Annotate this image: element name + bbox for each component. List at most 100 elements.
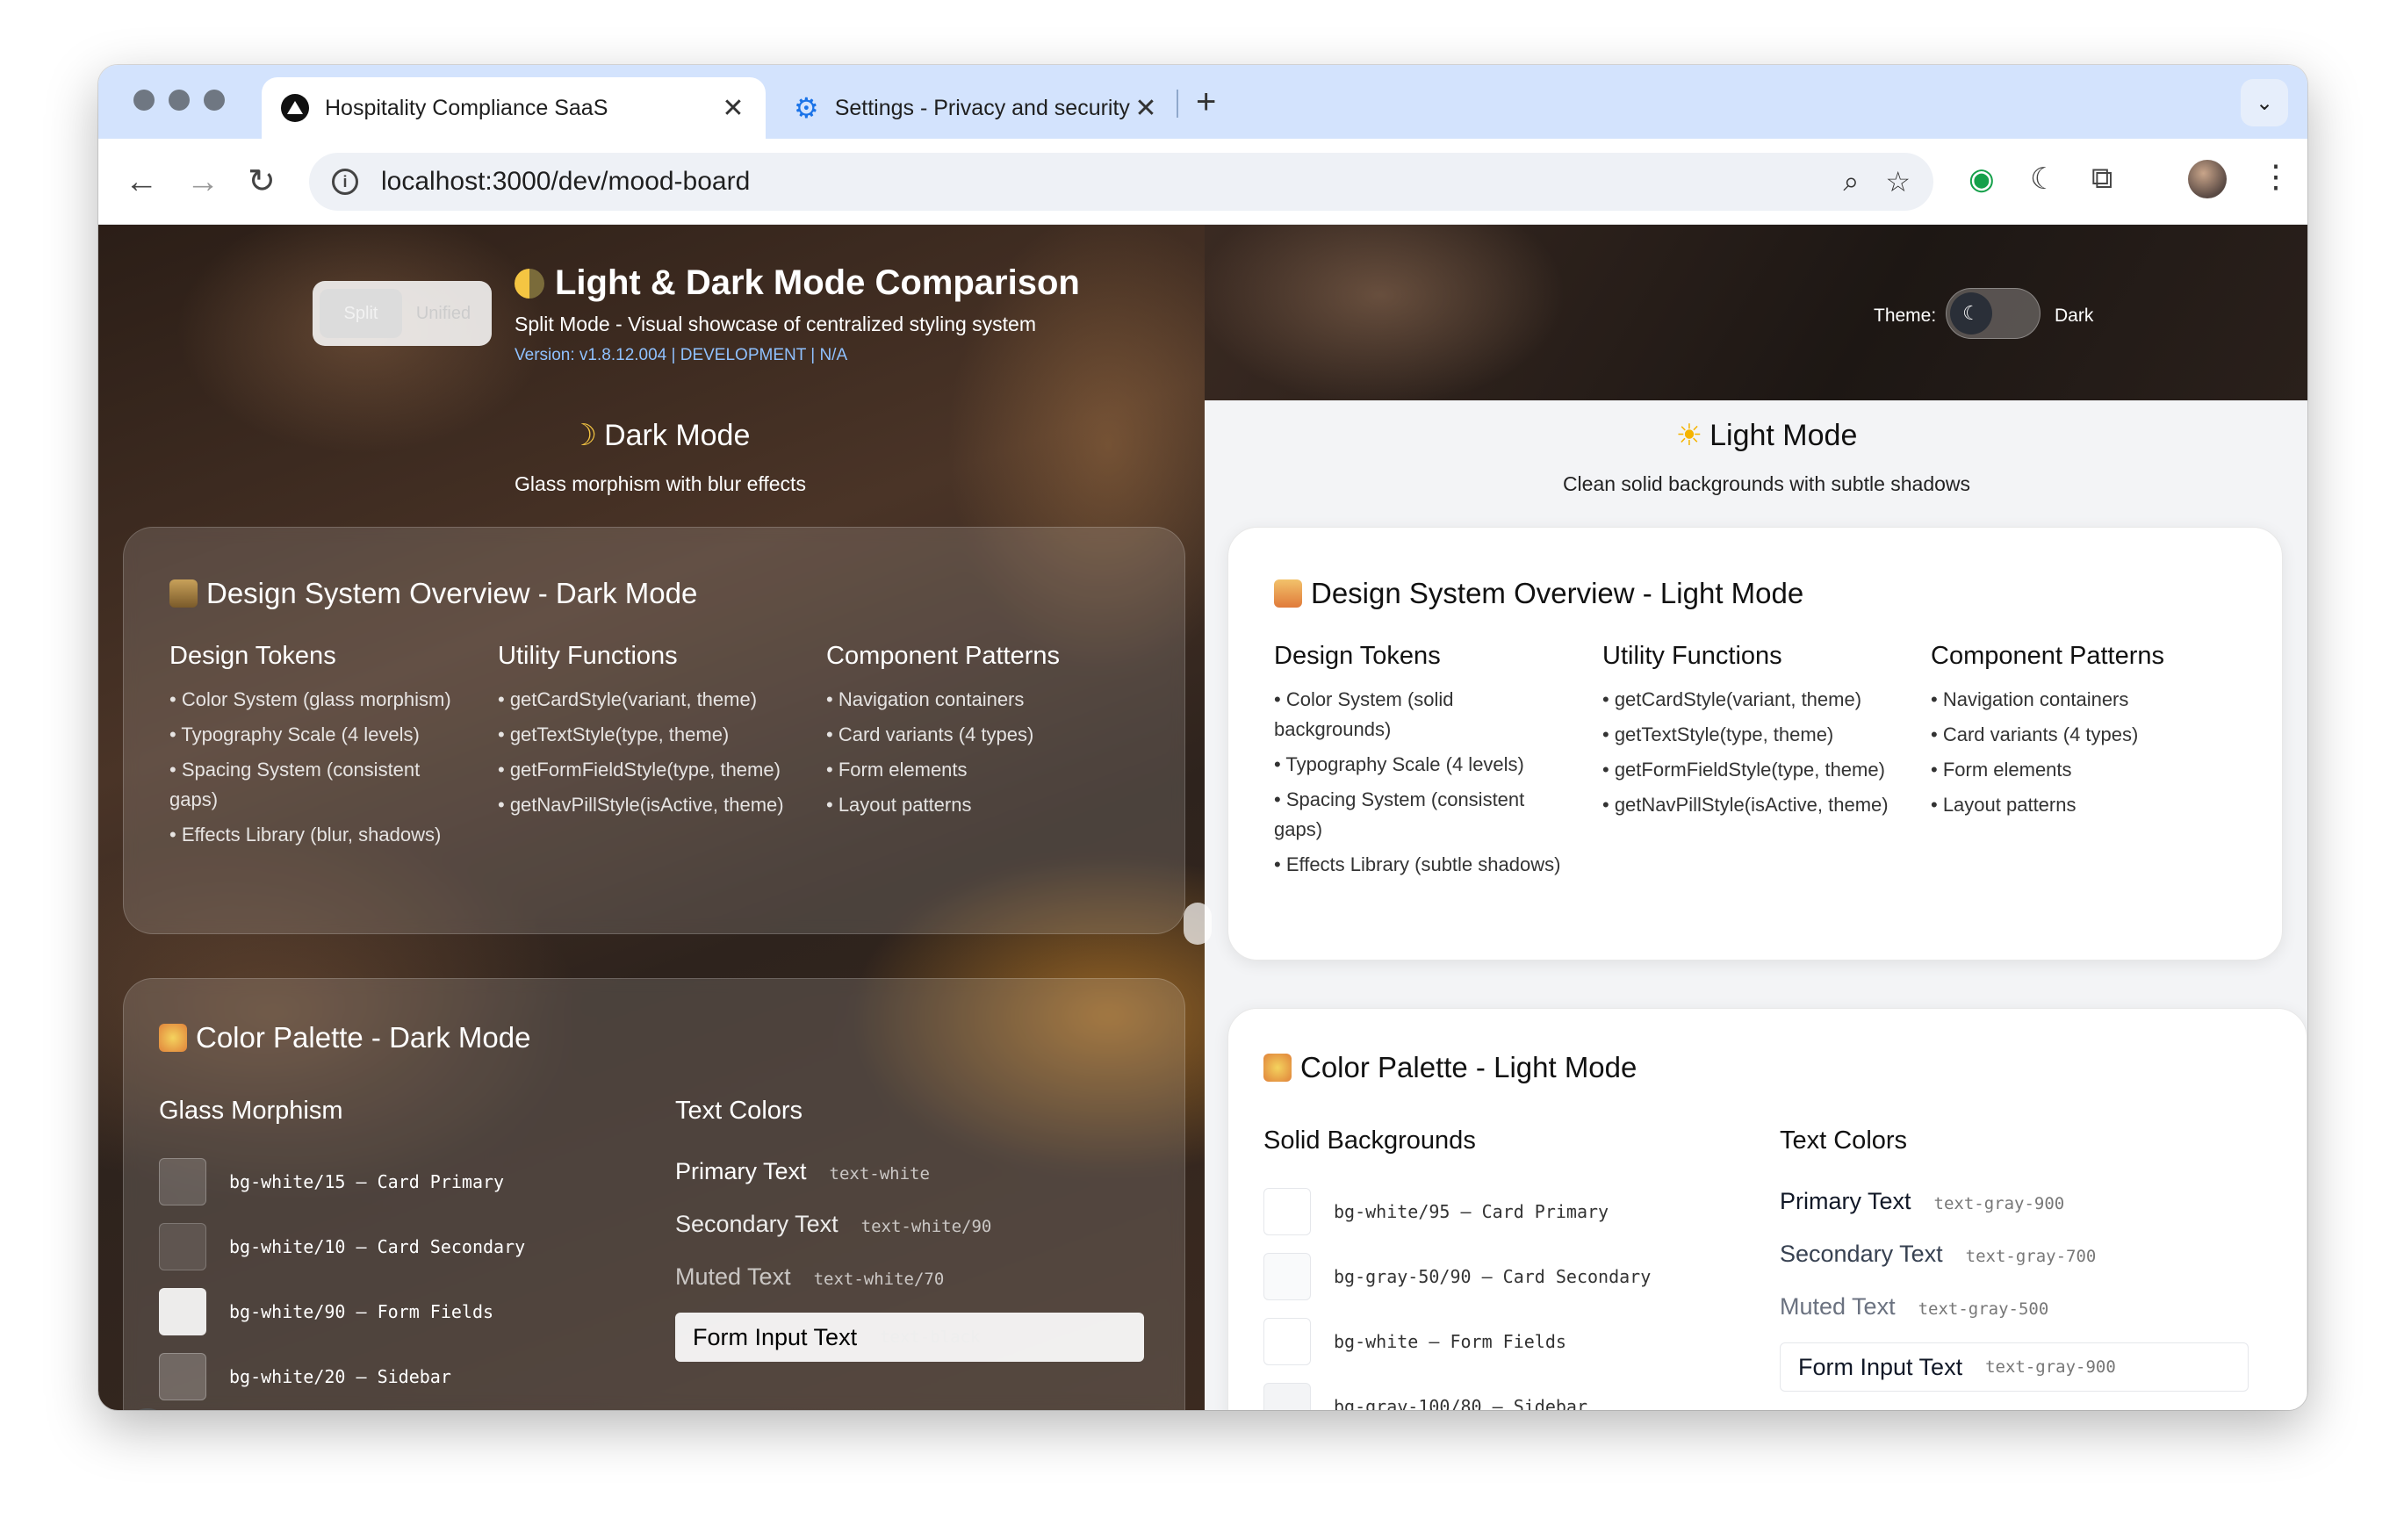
column-heading: Utility Functions bbox=[498, 642, 678, 670]
list-item: • Layout patterns bbox=[826, 794, 972, 816]
list-item: • getFormFieldStyle(type, theme) bbox=[1602, 759, 1885, 781]
list-item: • Typography Scale (4 levels) bbox=[1274, 753, 1524, 775]
forward-icon[interactable]: → bbox=[186, 160, 220, 204]
close-tab-icon[interactable]: ✕ bbox=[1133, 93, 1159, 124]
text-class: text-gray-900 bbox=[1985, 1357, 2116, 1377]
text-sample-row: Muted Text text-white/70 bbox=[675, 1263, 944, 1291]
dark-palette-title: Color Palette - Dark Mode bbox=[159, 1021, 530, 1054]
dark-mode-title: ☽ Dark Mode bbox=[485, 418, 836, 453]
page-subtitle: Split Mode - Visual showcase of centrali… bbox=[515, 313, 1037, 335]
list-item: • Navigation containers bbox=[1931, 688, 2129, 710]
light-mode-subtitle: Clean solid backgrounds with subtle shad… bbox=[1562, 472, 1971, 495]
palette-icon bbox=[1263, 1054, 1292, 1082]
version-info: Version: v1.8.12.004 | DEVELOPMENT | N/A bbox=[515, 346, 848, 364]
close-tab-icon[interactable]: ✕ bbox=[720, 93, 746, 124]
list-item: • Color System (glass morphism) bbox=[169, 688, 451, 710]
chevron-down-icon: ⌄ bbox=[2255, 90, 2274, 115]
swatch-row: bg-white/20 – Sidebar bbox=[159, 1353, 451, 1400]
text-sample: Primary Text bbox=[1780, 1188, 1911, 1214]
list-item: • Typography Scale (4 levels) bbox=[169, 723, 420, 745]
close-window-button[interactable] bbox=[133, 90, 155, 111]
profile-avatar[interactable] bbox=[2188, 160, 2227, 198]
extensions-puzzle-icon[interactable]: ⧉ bbox=[2091, 162, 2112, 196]
view-mode-switch: Split Unified bbox=[313, 281, 492, 346]
list-item: • Color System (solid backgrounds) bbox=[1274, 688, 1454, 740]
text-sample: Muted Text bbox=[675, 1263, 791, 1290]
text-sample-row: Primary Text text-gray-900 bbox=[1780, 1188, 2064, 1215]
address-bar[interactable]: i localhost:3000/dev/mood-board ⌕ ☆ bbox=[309, 153, 1933, 211]
column-heading: Design Tokens bbox=[169, 642, 336, 670]
grammarly-icon[interactable]: ◉ bbox=[1969, 162, 1995, 197]
swatch bbox=[159, 1158, 206, 1205]
tab-title: Settings - Privacy and security bbox=[834, 95, 1130, 120]
text-class: text-gray-500 bbox=[1918, 1299, 2049, 1319]
light-palette-title: Color Palette - Light Mode bbox=[1263, 1051, 1637, 1084]
text-sample: Primary Text bbox=[675, 1158, 807, 1184]
text-sample: Secondary Text bbox=[1780, 1241, 1943, 1267]
text-class: text-black bbox=[880, 1328, 981, 1347]
unified-mode-button[interactable]: Unified bbox=[402, 304, 485, 324]
light-palette-title-text: Color Palette - Light Mode bbox=[1300, 1051, 1637, 1083]
tab-strip: Hospitality Compliance SaaS ✕ ⚙ Settings… bbox=[98, 65, 2307, 139]
column-heading: Utility Functions bbox=[1602, 642, 1782, 670]
extension-c-icon[interactable]: ☾ bbox=[2030, 162, 2056, 197]
light-utility-functions-column: Utility Functions • getCardStyle(variant… bbox=[1602, 642, 1901, 825]
more-menu-icon[interactable]: ⋮ bbox=[2260, 158, 2292, 195]
theme-toggle[interactable]: ☾ bbox=[1946, 288, 2041, 339]
list-item: • Card variants (4 types) bbox=[826, 723, 1034, 745]
column-heading: Design Tokens bbox=[1274, 642, 1441, 670]
swatch bbox=[1263, 1318, 1311, 1365]
swatch-row: bg-gray-50/90 – Card Secondary bbox=[1263, 1253, 1651, 1300]
swatch-row: bg-white/95 – Card Primary bbox=[1263, 1188, 1609, 1235]
dark-mode-subtitle: Glass morphism with blur effects bbox=[515, 472, 806, 495]
list-item: • Navigation containers bbox=[826, 688, 1025, 710]
column-heading: Component Patterns bbox=[826, 642, 1060, 670]
swatch-heading: Solid Backgrounds bbox=[1263, 1126, 1476, 1155]
reload-icon[interactable]: ↻ bbox=[248, 160, 276, 204]
swatch-label: bg-white/10 – Card Secondary bbox=[229, 1236, 526, 1257]
url-text[interactable]: localhost:3000/dev/mood-board bbox=[381, 167, 1817, 197]
form-input-sample[interactable]: Form Input Text text-black bbox=[675, 1313, 1144, 1362]
input-text: Form Input Text bbox=[693, 1323, 858, 1350]
tab-settings[interactable]: ⚙ Settings - Privacy and security ✕ bbox=[774, 77, 1178, 139]
palette-icon bbox=[159, 1024, 187, 1052]
dark-overview-card: Design System Overview - Dark Mode Desig… bbox=[123, 527, 1185, 934]
page-title-text: Light & Dark Mode Comparison bbox=[555, 263, 1080, 302]
split-mode-button[interactable]: Split bbox=[320, 289, 402, 338]
text-sample-row: Muted Text text-gray-500 bbox=[1780, 1293, 2048, 1321]
swatch-label: bg-white/90 – Form Fields bbox=[229, 1301, 494, 1322]
light-component-patterns-column: Component Patterns • Navigation containe… bbox=[1931, 642, 2229, 825]
split-divider-handle[interactable] bbox=[1184, 903, 1212, 945]
tab-hospitality[interactable]: Hospitality Compliance SaaS ✕ bbox=[262, 77, 766, 139]
light-mode-title-text: Light Mode bbox=[1709, 418, 1858, 452]
swatch-row: bg-white – Form Fields bbox=[1263, 1318, 1566, 1365]
header-background bbox=[1205, 225, 2307, 400]
list-item: • Form elements bbox=[1931, 759, 2072, 781]
maximize-window-button[interactable] bbox=[204, 90, 225, 111]
bookmark-star-icon[interactable]: ☆ bbox=[1885, 165, 1911, 198]
form-input-sample[interactable]: Form Input Text text-gray-900 bbox=[1780, 1342, 2249, 1392]
text-sample-row: Primary Text text-white bbox=[675, 1158, 930, 1185]
light-design-tokens-column: Design Tokens • Color System (solid back… bbox=[1274, 642, 1573, 885]
site-info-icon[interactable]: i bbox=[332, 169, 358, 195]
dark-overview-title: Design System Overview - Dark Mode bbox=[169, 577, 697, 610]
list-item: • Layout patterns bbox=[1931, 794, 2077, 816]
light-overview-title-text: Design System Overview - Light Mode bbox=[1311, 577, 1804, 609]
light-palette-card: Color Palette - Light Mode Solid Backgro… bbox=[1227, 1008, 2307, 1410]
text-colors-heading: Text Colors bbox=[1780, 1126, 1908, 1155]
tab-search-button[interactable]: ⌄ bbox=[2241, 79, 2288, 126]
input-text: Form Input Text bbox=[1798, 1353, 1963, 1380]
minimize-window-button[interactable] bbox=[169, 90, 190, 111]
swatch bbox=[1263, 1383, 1311, 1410]
column-heading: Component Patterns bbox=[1931, 642, 2164, 670]
vercel-icon bbox=[281, 94, 309, 122]
moon-icon: ☾ bbox=[1950, 292, 1992, 335]
back-icon[interactable]: ← bbox=[125, 160, 158, 204]
text-class: text-gray-700 bbox=[1965, 1247, 2097, 1266]
crescent-moon-icon: ☽ bbox=[570, 419, 598, 452]
zoom-icon[interactable]: ⌕ bbox=[1843, 165, 1859, 198]
theme-label: Theme: bbox=[1874, 306, 1937, 326]
list-item: • Form elements bbox=[826, 759, 968, 781]
new-tab-button[interactable]: + bbox=[1196, 83, 1216, 122]
text-sample-row: Secondary Text text-white/90 bbox=[675, 1211, 991, 1238]
